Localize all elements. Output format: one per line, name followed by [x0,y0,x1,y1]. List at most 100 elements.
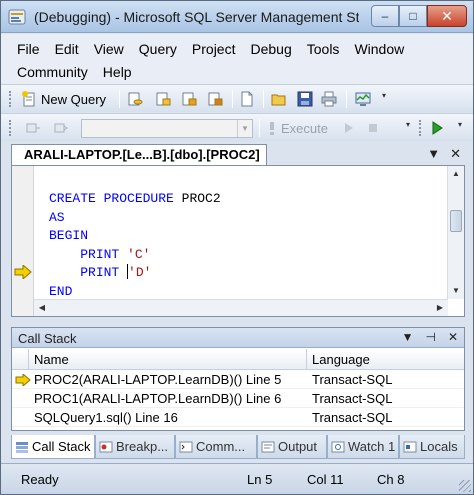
frame-language: Transact-SQL [312,391,393,406]
debug-play-icon [345,123,353,133]
toolbar-grip[interactable] [419,120,422,136]
open-file-button[interactable] [271,89,287,109]
editor-horizontal-scrollbar[interactable]: ◀ ▶ [34,299,448,316]
continue-debug-button[interactable] [429,118,445,138]
tab-breakpoints[interactable]: Breakp... [95,435,175,459]
code-line-5: PRINT 'D' [49,264,221,283]
tab-call-stack[interactable]: Call Stack [11,435,95,459]
menu-debug[interactable]: Debug [250,41,291,57]
save-disk-icon [297,91,313,107]
breakpoint-gutter[interactable] [12,166,34,316]
cancel-query-button[interactable] [365,118,381,138]
panel-title: Call Stack [18,331,77,346]
connect-icon [26,123,40,133]
sql-code[interactable]: CREATE PROCEDURE PROC2 AS BEGIN PRINT 'C… [49,190,221,301]
panel-options-dropdown-icon[interactable]: ▼ [402,330,414,344]
activity-monitor-icon [355,92,371,106]
call-stack-title-bar[interactable]: Call Stack ▼ ⊣ ✕ [12,328,464,348]
document-list-dropdown-icon[interactable]: ▼ [427,146,440,162]
available-databases-combo[interactable]: ▼ [81,119,253,138]
window-controls: – □ ✕ [371,5,467,27]
tab-command-window[interactable]: Comm... [175,435,257,459]
menu-community[interactable]: Community [17,64,88,80]
keyword: BEGIN [49,228,89,243]
new-file-button[interactable] [239,89,255,109]
call-stack-row[interactable]: SQLQuery1.sql() Line 16 Transact-SQL [12,409,464,427]
new-query-button[interactable]: New Query [21,89,106,109]
toolbar-options-dropdown[interactable]: ▾ [403,120,413,138]
analysis-query-button[interactable] [155,89,171,109]
status-character: Ch 8 [377,472,405,487]
status-bar: Ready Ln 5 Col 11 Ch 8 [1,463,473,494]
toolbar-grip[interactable] [9,120,12,136]
keyword: PRINT [80,265,120,280]
close-document-icon[interactable]: ✕ [450,146,461,162]
editor-vertical-scrollbar[interactable]: ▲ ▼ [447,166,464,299]
menu-help[interactable]: Help [103,64,132,80]
execute-button[interactable]: Execute [267,118,328,138]
keyword: AS [49,209,65,225]
menu-row-1: File Edit View Query Project Debug Tools… [17,38,419,60]
frame-name: PROC1(ARALI-LAPTOP.LearnDB)() Line 6 [34,391,282,406]
document-tab-proc2[interactable]: ARALI-LAPTOP.[Le...B].[dbo].[PROC2] [11,144,267,165]
query-editor[interactable]: CREATE PROCEDURE PROC2 AS BEGIN PRINT 'C… [11,165,465,317]
menu-edit[interactable]: Edit [55,41,79,57]
new-query-label: New Query [41,91,107,107]
execute-label: Execute [281,120,328,136]
maximize-button[interactable]: □ [399,5,427,27]
column-header-name[interactable]: Name [34,352,69,367]
string-literal: ' [128,265,136,280]
tab-output[interactable]: Output [257,435,327,459]
database-engine-query-button[interactable] [127,89,143,109]
toolbar-options-dropdown[interactable]: ▾ [455,120,465,138]
print-button[interactable] [321,89,337,109]
menu-view[interactable]: View [94,41,124,57]
title-bar[interactable]: (Debugging) - Microsoft SQL Server Manag… [1,1,473,33]
scroll-up-icon[interactable]: ▲ [448,166,464,182]
scrollbar-thumb[interactable] [450,210,462,232]
toolbar-grip[interactable] [9,91,12,107]
tab-watch-1[interactable]: Watch 1 [327,435,399,459]
auto-hide-pin-icon[interactable]: ⊣ [425,330,435,344]
debug-button[interactable] [341,118,357,138]
tab-label: Call Stack [32,439,91,454]
close-button[interactable]: ✕ [427,5,467,27]
tab-label: Comm... [196,439,246,454]
close-panel-icon[interactable]: ✕ [448,330,458,344]
watch-icon [331,441,345,452]
column-header-language[interactable]: Language [312,352,370,367]
menu-file[interactable]: File [17,41,40,57]
menu-window[interactable]: Window [354,41,404,57]
tab-locals[interactable]: Locals [399,435,465,459]
dmx-query-button[interactable] [181,89,197,109]
xmla-query-button[interactable] [207,89,223,109]
scroll-down-icon[interactable]: ▼ [448,283,464,299]
call-stack-row[interactable]: PROC2(ARALI-LAPTOP.LearnDB)() Line 5 Tra… [12,371,464,389]
menu-project[interactable]: Project [192,41,236,57]
save-button[interactable] [297,89,313,109]
change-connection-button[interactable] [53,118,69,138]
ssms-app-icon[interactable] [8,8,26,26]
connect-button[interactable] [25,118,41,138]
call-stack-icon [16,441,28,453]
scroll-left-icon[interactable]: ◀ [34,300,50,316]
activity-monitor-button[interactable] [355,89,371,109]
keyword: CREATE [49,191,96,206]
call-stack-row[interactable]: PROC1(ARALI-LAPTOP.LearnDB)() Line 6 Tra… [12,390,464,408]
chevron-down-icon[interactable]: ▼ [237,120,252,137]
scroll-right-icon[interactable]: ▶ [432,300,448,316]
keyword: PRINT [80,246,120,262]
code-line-3: BEGIN [49,227,221,246]
status-column: Col 11 [307,472,344,487]
minimize-button[interactable]: – [371,5,399,27]
window-title: (Debugging) - Microsoft SQL Server Manag… [34,9,359,25]
toolbar-options-dropdown[interactable]: ▾ [379,91,389,109]
menu-query[interactable]: Query [139,41,177,57]
code-line-2: AS [49,209,221,228]
tab-label: Breakp... [116,439,169,454]
call-stack-panel: Call Stack ▼ ⊣ ✕ Name Language PROC2(ARA… [11,327,465,431]
status-text: Ready [21,472,59,487]
resize-grip[interactable] [459,480,471,492]
output-icon [261,441,275,452]
menu-tools[interactable]: Tools [307,41,340,57]
